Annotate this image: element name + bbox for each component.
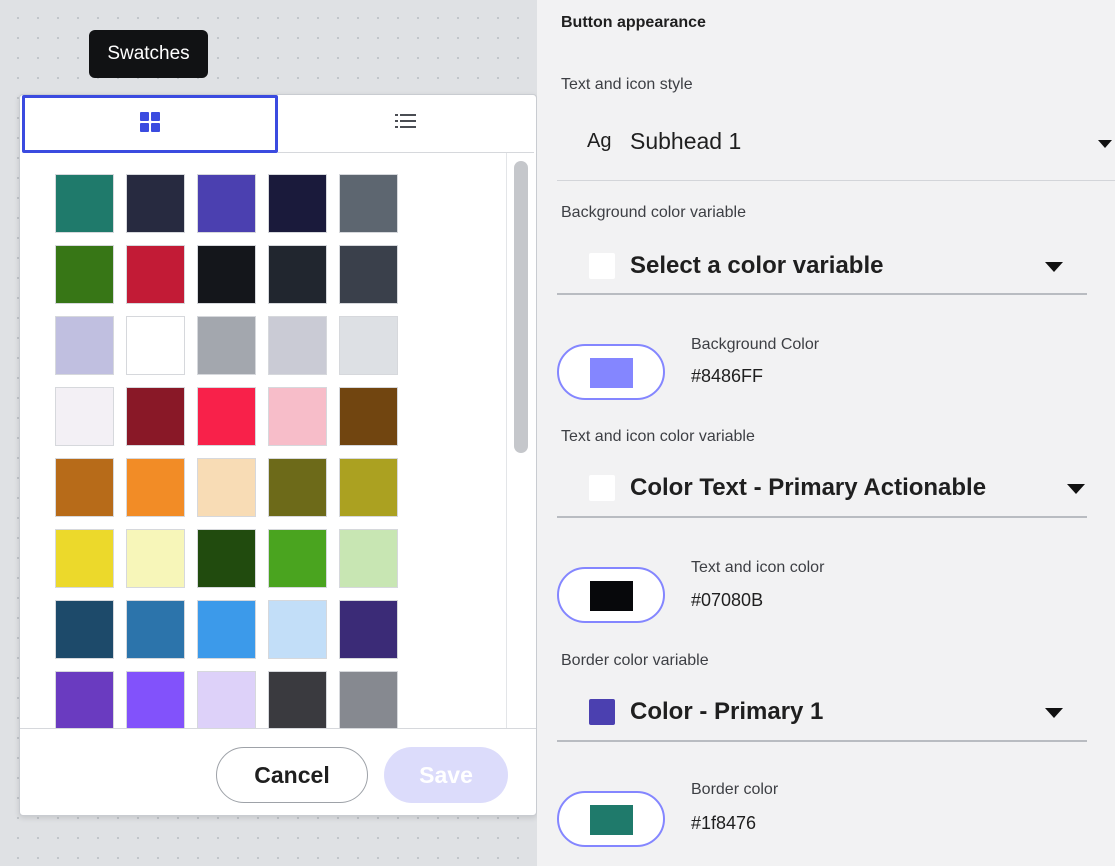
color-swatch[interactable] <box>126 600 185 659</box>
color-swatch[interactable] <box>268 245 327 304</box>
bg-color-label: Background Color <box>691 336 820 353</box>
text-variable-underline <box>557 516 1087 518</box>
color-swatch[interactable] <box>268 671 327 728</box>
color-swatch[interactable] <box>126 671 185 728</box>
text-style-label: Text and icon style <box>561 76 693 93</box>
bg-variable-select[interactable]: Select a color variable <box>557 236 1087 298</box>
border-variable-label: Border color variable <box>561 652 709 669</box>
chevron-down-icon <box>1067 484 1085 494</box>
canvas-background: Swatches Cancel Save <box>0 0 537 866</box>
bg-color-swatch <box>590 358 633 388</box>
color-swatch[interactable] <box>55 245 114 304</box>
color-picker-popover: Cancel Save <box>19 94 537 816</box>
button-appearance-panel: Button appearance Text and icon style Ag… <box>537 0 1115 866</box>
swatch-grid <box>55 174 398 728</box>
color-swatch[interactable] <box>268 387 327 446</box>
list-icon <box>395 113 417 134</box>
border-variable-value: Color - Primary 1 <box>630 698 824 725</box>
bg-color-hex: #8486FF <box>691 366 764 386</box>
text-style-value: Subhead 1 <box>630 128 742 154</box>
border-color-hex: #1f8476 <box>691 813 757 833</box>
color-swatch[interactable] <box>55 671 114 728</box>
color-swatch[interactable] <box>268 529 327 588</box>
color-swatch[interactable] <box>126 529 185 588</box>
color-swatch[interactable] <box>126 174 185 233</box>
chevron-down-icon <box>1045 708 1063 718</box>
scrollbar-thumb[interactable] <box>514 161 528 453</box>
color-swatch[interactable] <box>55 387 114 446</box>
color-swatch[interactable] <box>268 174 327 233</box>
border-variable-underline <box>557 740 1087 742</box>
color-swatch[interactable] <box>339 245 398 304</box>
view-tabs <box>20 95 536 153</box>
save-button[interactable]: Save <box>384 747 508 803</box>
color-swatch[interactable] <box>339 458 398 517</box>
section-title: Button appearance <box>561 14 706 31</box>
color-swatch[interactable] <box>268 458 327 517</box>
cancel-button[interactable]: Cancel <box>216 747 368 803</box>
border-color-swatch <box>590 805 633 835</box>
border-variable-chip <box>589 699 615 725</box>
text-variable-value: Color Text - Primary Actionable <box>630 474 987 501</box>
color-swatch[interactable] <box>339 671 398 728</box>
text-color-swatch <box>590 581 633 611</box>
color-swatch[interactable] <box>55 174 114 233</box>
picker-footer: Cancel Save <box>20 728 536 815</box>
bg-variable-chip <box>589 253 615 279</box>
color-swatch[interactable] <box>126 316 185 375</box>
text-variable-select[interactable]: Color Text - Primary Actionable <box>557 458 1087 520</box>
color-swatch[interactable] <box>197 458 256 517</box>
color-swatch[interactable] <box>197 671 256 728</box>
color-swatch[interactable] <box>55 600 114 659</box>
color-swatch[interactable] <box>197 316 256 375</box>
color-swatch[interactable] <box>126 458 185 517</box>
color-swatch[interactable] <box>197 387 256 446</box>
border-color-button[interactable] <box>557 791 665 847</box>
chevron-down-icon <box>1045 262 1063 272</box>
bg-variable-label: Background color variable <box>561 204 746 221</box>
color-swatch[interactable] <box>126 245 185 304</box>
color-swatch[interactable] <box>268 316 327 375</box>
color-swatch[interactable] <box>339 387 398 446</box>
text-variable-label: Text and icon color variable <box>561 428 755 445</box>
text-color-label: Text and icon color <box>691 559 825 576</box>
bg-variable-value: Select a color variable <box>630 252 884 279</box>
tab-list-view[interactable] <box>278 95 534 153</box>
border-color-label: Border color <box>691 781 779 798</box>
color-swatch[interactable] <box>55 529 114 588</box>
swatches-tooltip: Swatches <box>89 30 208 78</box>
text-style-prefix: Ag <box>587 130 612 152</box>
color-swatch[interactable] <box>55 458 114 517</box>
text-variable-chip <box>589 475 615 501</box>
color-swatch[interactable] <box>197 174 256 233</box>
color-swatch[interactable] <box>339 529 398 588</box>
tab-grid-view[interactable] <box>22 95 278 153</box>
text-style-underline <box>557 180 1115 181</box>
color-swatch[interactable] <box>339 316 398 375</box>
color-swatch[interactable] <box>197 245 256 304</box>
swatch-scroll-area <box>20 153 506 728</box>
bg-color-button[interactable] <box>557 344 665 400</box>
bg-variable-underline <box>557 293 1087 295</box>
color-swatch[interactable] <box>339 174 398 233</box>
text-style-select[interactable]: Ag Subhead 1 <box>557 112 1112 174</box>
color-swatch[interactable] <box>197 529 256 588</box>
text-color-button[interactable] <box>557 567 665 623</box>
grid-icon <box>139 111 161 138</box>
border-variable-select[interactable]: Color - Primary 1 <box>557 682 1087 744</box>
chevron-down-icon <box>1098 140 1112 148</box>
color-swatch[interactable] <box>339 600 398 659</box>
color-swatch[interactable] <box>197 600 256 659</box>
color-swatch[interactable] <box>126 387 185 446</box>
color-swatch[interactable] <box>55 316 114 375</box>
color-swatch[interactable] <box>268 600 327 659</box>
swatch-scrollbar[interactable] <box>506 153 536 728</box>
text-color-hex: #07080B <box>691 590 764 610</box>
